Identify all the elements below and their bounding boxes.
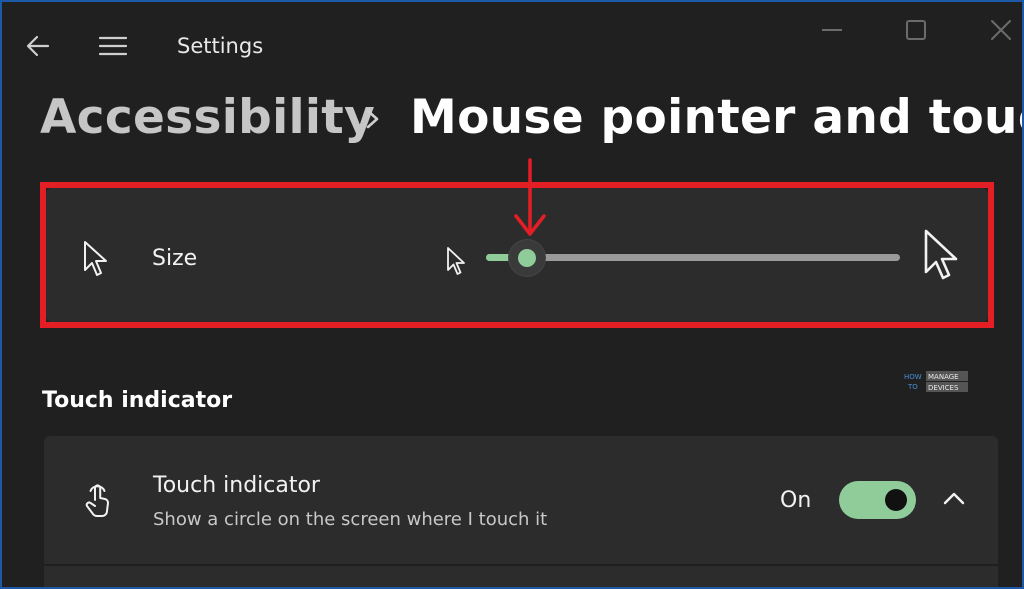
svg-text:DEVICES: DEVICES [928,384,959,392]
toggle-knob [885,489,907,511]
watermark-logo: HOW TO MANAGE DEVICES [904,371,968,392]
small-pointer-icon [447,247,465,275]
hamburger-menu-icon[interactable] [98,32,128,60]
minimize-icon[interactable] [820,16,844,44]
large-pointer-icon [924,229,958,280]
slider-thumb-dot [518,249,537,267]
touch-hand-icon [85,484,109,517]
app-title: Settings [177,34,264,58]
section-heading: Touch indicator [42,388,233,413]
breadcrumb-parent[interactable]: Accessibility [40,90,375,145]
svg-text:MANAGE: MANAGE [928,373,959,381]
touch-indicator-description: Show a circle on the screen where I touc… [153,509,548,530]
maximize-icon[interactable] [904,16,928,44]
back-arrow-icon[interactable] [24,32,52,60]
svg-text:HOW: HOW [904,373,922,381]
toggle-state-label: On [780,488,812,513]
touch-indicator-toggle[interactable] [839,481,916,519]
chevron-right-icon [366,109,379,129]
touch-subsetting-row [44,566,998,587]
svg-text:TO: TO [907,383,918,391]
mouse-pointer-icon [84,241,107,276]
close-icon[interactable] [989,16,1013,44]
chevron-up-icon[interactable] [940,487,968,511]
page-title: Mouse pointer and touch [410,90,1024,145]
size-label: Size [152,246,198,271]
touch-indicator-title: Touch indicator [153,473,320,498]
title-bar: Settings [2,2,1022,87]
pointer-size-slider[interactable] [486,254,900,261]
red-down-arrow-icon [514,158,546,236]
settings-window: Settings Accessibility Mouse pointer and… [0,0,1024,589]
